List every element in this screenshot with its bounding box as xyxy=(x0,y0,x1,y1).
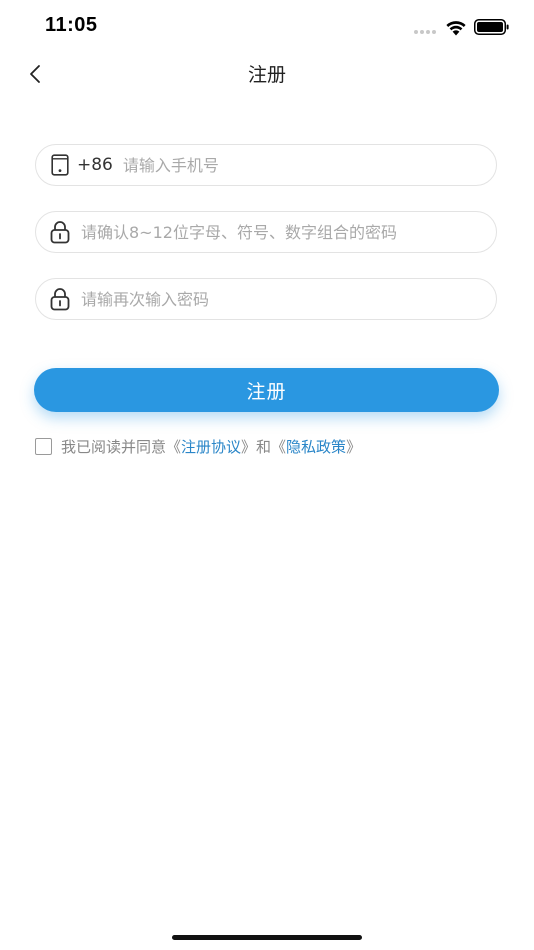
confirm-password-field[interactable] xyxy=(35,278,497,320)
country-code[interactable]: +86 xyxy=(77,155,113,175)
lock-icon xyxy=(49,220,71,244)
confirm-password-input[interactable] xyxy=(81,284,482,314)
agreement-row: 我已阅读并同意《 注册协议 》和《 隐私政策 》 xyxy=(35,436,361,456)
status-bar: 11:05 xyxy=(0,0,534,54)
agreement-checkbox[interactable] xyxy=(35,437,52,455)
page-title: 注册 xyxy=(247,64,286,86)
password-input[interactable] xyxy=(81,217,482,247)
status-time: 11:05 xyxy=(45,14,98,36)
phone-input[interactable] xyxy=(122,150,482,180)
wifi-icon xyxy=(446,21,466,36)
home-indicator[interactable] xyxy=(172,935,362,940)
lock-icon xyxy=(49,287,71,311)
cellular-signal-icon xyxy=(414,30,438,35)
battery-icon xyxy=(474,19,509,35)
agreement-middle: 》和《 xyxy=(241,437,287,456)
agreement-prefix: 我已阅读并同意《 xyxy=(61,437,182,456)
phone-field[interactable]: +86 xyxy=(35,144,497,186)
register-button[interactable]: 注册 xyxy=(34,368,499,412)
terms-link[interactable]: 注册协议 xyxy=(181,436,241,457)
phone-icon xyxy=(49,153,71,177)
privacy-link[interactable]: 隐私政策 xyxy=(286,436,346,457)
agreement-suffix: 》 xyxy=(346,437,362,456)
password-field[interactable] xyxy=(35,211,497,253)
